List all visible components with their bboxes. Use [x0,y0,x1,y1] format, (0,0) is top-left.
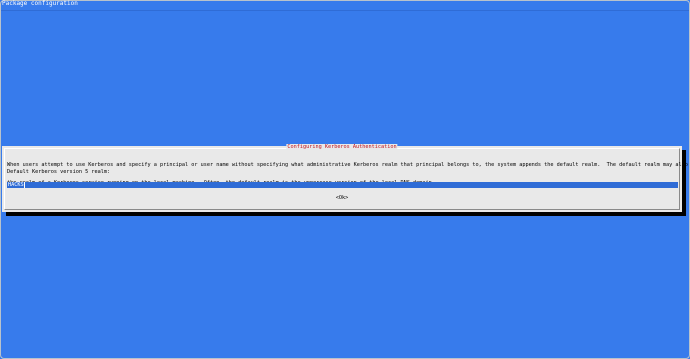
realm-input[interactable]: HACKS [7,182,678,188]
backtitle: Package configuration [2,0,78,7]
text-cursor [24,182,25,188]
message-line: When users attempt to use Kerberos and s… [7,162,690,168]
realm-prompt-label: Default Kerberos version 5 realm: [7,169,111,175]
ok-button[interactable]: <Ok> [336,195,349,202]
dialog-box: Configuring Kerberos Authentication When… [2,144,690,212]
backtitle-divider [1,10,689,11]
realm-input-value: HACKS [8,182,24,188]
